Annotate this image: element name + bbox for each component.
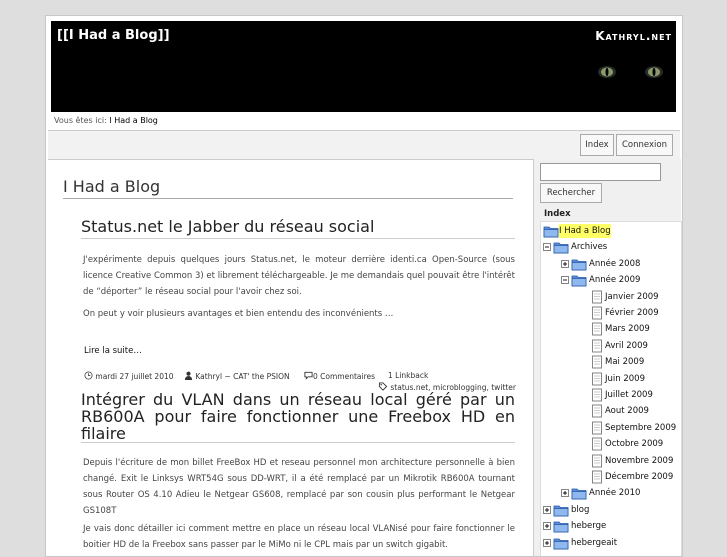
page-icon: [592, 339, 602, 353]
top-toolbar: Index Connexion: [48, 130, 680, 160]
search-button[interactable]: Rechercher: [540, 183, 602, 203]
tree-node-label[interactable]: hebergeait: [571, 536, 617, 550]
site-title[interactable]: [[I Had a Blog]]: [57, 28, 170, 43]
breadcrumb-prefix: Vous êtes ici:: [54, 116, 107, 125]
page-icon: [592, 372, 602, 386]
page: [[I Had a Blog]] Kathryl.net Vous êtes i…: [45, 15, 683, 557]
folder-icon: [543, 226, 559, 238]
post-date-text: mardi 27 juillet 2010: [95, 372, 174, 381]
read-more-link[interactable]: Lire la suite…: [84, 346, 142, 356]
folder-icon: [571, 259, 587, 271]
collapse-icon[interactable]: [543, 243, 551, 252]
tree-node-label[interactable]: Octobre 2009: [605, 437, 663, 451]
index-heading: Index: [544, 209, 571, 219]
sidebar: Rechercher Index I Had a Blog Archives Ann…: [533, 159, 682, 556]
post-paragraph: Depuis l'écriture de mon billet FreeBox …: [83, 458, 515, 516]
tree-node-label[interactable]: Mai 2009: [605, 355, 644, 369]
page-icon: [592, 322, 602, 336]
tree-node-label[interactable]: Mars 2009: [605, 322, 650, 336]
login-button[interactable]: Connexion: [616, 134, 673, 156]
folder-icon: [553, 521, 569, 533]
tree-node-label[interactable]: Juillet 2009: [605, 388, 653, 402]
tree-node-label[interactable]: Année 2009: [589, 273, 640, 287]
expand-icon[interactable]: [543, 538, 551, 547]
page-icon: [592, 470, 602, 484]
cat-eyes-icon: [598, 66, 663, 78]
breadcrumb: Vous êtes ici: I Had a Blog: [54, 116, 158, 125]
post-paragraph: On peut y voir plusieurs avantages et bi…: [83, 309, 394, 319]
tree-node-label[interactable]: Année 2008: [589, 257, 640, 271]
tree-node-label[interactable]: Janvier 2009: [605, 290, 659, 304]
tree-node-label[interactable]: Septembre 2009: [605, 421, 676, 435]
page-title: I Had a Blog: [63, 177, 513, 199]
folder-icon: [571, 275, 587, 287]
page-icon: [592, 306, 602, 320]
page-icon: [592, 388, 602, 402]
tree-node-label[interactable]: heberge: [571, 519, 606, 533]
post-comments: 0 Commentaires: [304, 371, 375, 381]
tree-node-label[interactable]: I Had a Blog: [559, 224, 611, 238]
tree-node-label[interactable]: Aout 2009: [605, 404, 649, 418]
post-linkback: 1 Linkback: [388, 371, 428, 380]
index-button[interactable]: Index: [580, 134, 614, 156]
tree-node-label[interactable]: Février 2009: [605, 306, 659, 320]
folder-icon: [571, 488, 587, 500]
clock-icon: [84, 371, 93, 380]
tree-node-label[interactable]: Juin 2009: [605, 372, 645, 386]
post-paragraph: Je vais donc détailler ici comment mettr…: [83, 524, 515, 550]
post-comments-text[interactable]: 0 Commentaires: [313, 372, 375, 381]
post-author-text[interactable]: Kathryl ~ CAT' the PSION: [195, 372, 289, 381]
page-icon: [592, 290, 602, 304]
page-icon: [592, 404, 602, 418]
page-icon: [592, 355, 602, 369]
expand-icon[interactable]: [543, 505, 551, 514]
expand-icon[interactable]: [543, 522, 551, 531]
page-icon: [592, 437, 602, 451]
tree-node-label[interactable]: Avril 2009: [605, 339, 648, 353]
tree-node-label[interactable]: Année 2010: [589, 486, 640, 500]
post-title[interactable]: Status.net le Jabber du réseau social: [81, 217, 515, 239]
tree-node-label[interactable]: Archives: [571, 240, 607, 254]
site-header: [[I Had a Blog]] Kathryl.net: [51, 21, 676, 112]
tree-node-label[interactable]: Novembre 2009: [605, 454, 673, 468]
post-date: mardi 27 juillet 2010: [84, 371, 174, 381]
post-linkback-text[interactable]: 1 Linkback: [388, 371, 428, 380]
index-tree: I Had a Blog Archives Année 2008 Année 2009…: [540, 221, 682, 556]
tree-node-label[interactable]: Décembre 2009: [605, 470, 673, 484]
post-title[interactable]: Intégrer du VLAN dans un réseau local gé…: [81, 391, 515, 443]
user-icon: [184, 371, 193, 380]
comment-icon: [304, 371, 313, 380]
main-content: I Had a Blog Status.net le Jabber du rés…: [48, 159, 533, 556]
collapse-icon[interactable]: [561, 276, 569, 285]
folder-icon: [553, 505, 569, 517]
expand-icon[interactable]: [561, 489, 569, 498]
page-icon: [592, 421, 602, 435]
breadcrumb-current[interactable]: I Had a Blog: [109, 116, 158, 125]
search-input[interactable]: [540, 163, 661, 181]
expand-icon[interactable]: [561, 259, 569, 268]
site-domain: Kathryl.net: [595, 29, 672, 43]
folder-icon: [553, 538, 569, 549]
page-icon: [592, 454, 602, 468]
post-paragraph: J'expérimente depuis quelques jours Stat…: [83, 255, 515, 297]
tree-node-label[interactable]: blog: [571, 503, 589, 517]
post-author: Kathryl ~ CAT' the PSION: [184, 371, 290, 381]
folder-icon: [553, 242, 569, 254]
